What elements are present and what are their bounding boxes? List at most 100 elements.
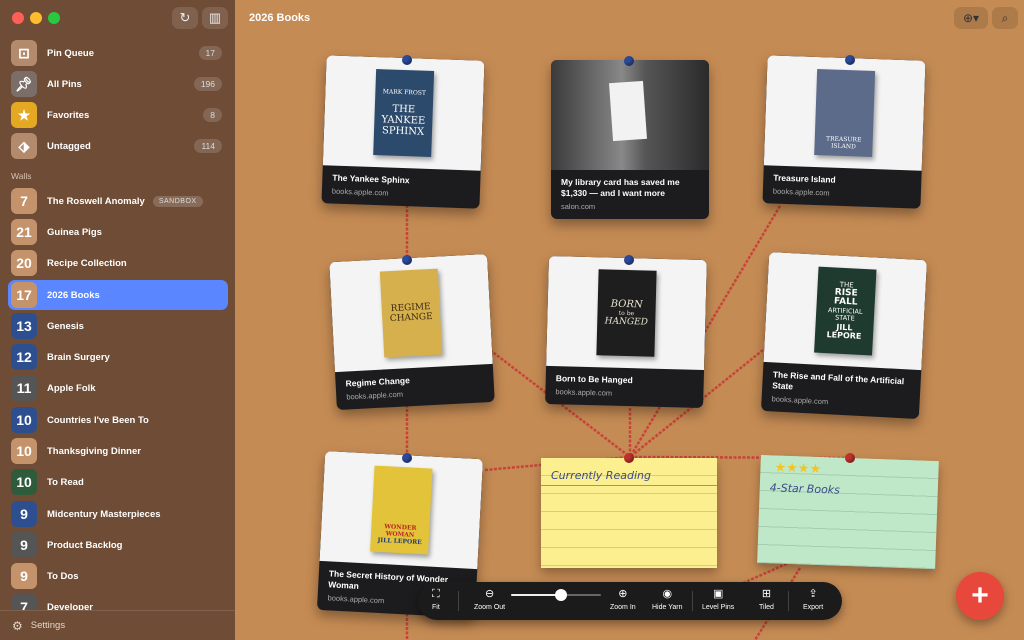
sidebar-item-label: Guinea Pigs: [47, 226, 102, 238]
wall-count: 10: [11, 438, 37, 464]
bottom-toolbar: ⛶ Fit ⊖ Zoom Out ⊕ Zoom In ◉ Hide Yarn ▣…: [418, 582, 842, 620]
zoom-out-button[interactable]: ⊖ Zoom Out: [474, 587, 505, 611]
walls-heading: Walls: [11, 171, 32, 181]
sidebar-item-wall[interactable]: 21 Guinea Pigs: [8, 217, 228, 247]
count-badge: 114: [194, 139, 222, 153]
sidebar-item-favorites[interactable]: ★ Favorites 8: [8, 100, 228, 130]
level-icon: ▣: [712, 588, 724, 600]
card-title: The Rise and Fall of the Artificial Stat…: [772, 369, 905, 392]
pin-card[interactable]: THE RISE FALL ARTIFICIAL STATE JILL LEPO…: [760, 251, 928, 420]
divider: [692, 591, 693, 611]
book-author: JILL LEPORE: [377, 536, 422, 547]
sidebar-item-label: Recipe Collection: [47, 257, 127, 269]
wall-count: 17: [11, 282, 37, 308]
book-title-line: TREASURE ISLAND: [825, 135, 862, 151]
card-title: The Yankee Sphinx: [332, 172, 410, 186]
divider: [458, 591, 459, 611]
toggle-sidebar-button[interactable]: ▥: [202, 7, 228, 29]
card-title: Born to Be Hanged: [555, 373, 633, 386]
refresh-button[interactable]: ↻: [172, 7, 198, 29]
tool-label: Tiled: [759, 604, 774, 611]
sidebar-item-wall[interactable]: 10 Thanksgiving Dinner: [8, 436, 228, 466]
zoom-in-button[interactable]: ⊕ Zoom In: [610, 587, 636, 611]
sidebar-item-wall[interactable]: 13 Genesis: [8, 311, 228, 341]
level-pins-button[interactable]: ▣ Level Pins: [702, 587, 734, 611]
book-cover: BORN to be HANGED: [596, 269, 657, 357]
close-window-button[interactable]: [12, 12, 24, 24]
card-image: WONDER WOMAN JILL LEPORE: [319, 450, 484, 570]
tiled-button[interactable]: ⊞ Tiled: [759, 587, 774, 611]
card-source: books.apple.com: [331, 186, 389, 198]
slider-knob[interactable]: [554, 589, 567, 601]
card-source: salon.com: [561, 202, 596, 212]
sidebar-item-untagged[interactable]: ⬗ Untagged 114: [8, 131, 228, 161]
sidebar-item-pin-queue[interactable]: ⊡ Pin Queue 17: [8, 38, 228, 68]
pushpin[interactable]: [624, 56, 634, 66]
maximize-window-button[interactable]: [48, 12, 60, 24]
settings-button[interactable]: ⚙ Settings: [0, 610, 235, 640]
grid-icon: ⊞: [761, 588, 772, 600]
wall-count: 12: [11, 344, 37, 370]
card-image: BORN to be HANGED: [546, 255, 707, 371]
book-cover: MARK FROST THE YANKEE SPHINX: [373, 69, 435, 157]
card-title: My library card has saved me $1,330 — an…: [561, 177, 680, 199]
settings-label: Settings: [30, 620, 66, 631]
sidebar-item-wall-active[interactable]: 17 2026 Books: [8, 280, 228, 310]
gear-icon: ⚙: [12, 618, 23, 633]
pushpin[interactable]: [402, 255, 412, 265]
note-header-rule: [541, 485, 717, 486]
pin-card[interactable]: BORN to be HANGED Born to Be Hanged book…: [545, 255, 707, 409]
sidebar-item-wall[interactable]: 10 To Read: [8, 467, 228, 497]
pin-card[interactable]: MARK FROST THE YANKEE SPHINX The Yankee …: [321, 55, 485, 209]
divider: [788, 591, 789, 611]
hide-yarn-button[interactable]: ◉ Hide Yarn: [652, 587, 682, 611]
tool-label: Export: [803, 604, 824, 611]
wall-count: 20: [11, 250, 37, 276]
sidebar-icon: ▥: [208, 10, 222, 25]
pin-card[interactable]: REGIME CHANGE Regime Change books.apple.…: [329, 253, 495, 411]
sidebar-item-wall[interactable]: 9 Product Backlog: [8, 530, 228, 560]
sidebar-item-wall[interactable]: 20 Recipe Collection: [8, 248, 228, 278]
book-cover: TREASURE ISLAND: [814, 69, 876, 157]
book-title-line: CHANGE: [389, 311, 433, 325]
sidebar-item-label: Pin Queue: [47, 47, 94, 59]
book-title-line: BORN: [610, 298, 643, 311]
sidebar: ↻ ▥ ⊡ Pin Queue 17 📌︎ All Pins 196 ★ Fav…: [0, 0, 235, 640]
wall-count: 9: [11, 501, 37, 527]
sidebar-item-label: All Pins: [47, 78, 82, 90]
pin-card[interactable]: TREASURE ISLAND Treasure Island books.ap…: [762, 55, 926, 209]
sidebar-item-label: Brain Surgery: [47, 351, 110, 363]
wall-count: 13: [11, 313, 37, 339]
pushpin[interactable]: [402, 55, 412, 65]
sidebar-item-wall[interactable]: 12 Brain Surgery: [8, 342, 228, 372]
sidebar-item-label: Genesis: [47, 320, 84, 332]
card-image: MARK FROST THE YANKEE SPHINX: [322, 55, 485, 171]
sidebar-item-label: To Read: [47, 476, 84, 488]
book-author: MARK FROST: [382, 88, 427, 97]
sidebar-item-label: 2026 Books: [47, 289, 100, 301]
pushpin[interactable]: [624, 255, 634, 265]
pushpin[interactable]: [624, 453, 634, 463]
sidebar-item-wall[interactable]: 7 The Roswell Anomaly SANDBOX: [8, 186, 228, 216]
wall-count: 9: [11, 532, 37, 558]
sticky-note[interactable]: Currently Reading: [541, 458, 717, 568]
sidebar-item-wall[interactable]: 10 Countries I've Been To: [8, 405, 228, 435]
sidebar-item-wall[interactable]: 9 Midcentury Masterpieces: [8, 499, 228, 529]
corkboard[interactable]: 2026 Books ⊕▾ ⌕ MARK FROST THE YANKEE SP…: [235, 0, 1024, 640]
export-button[interactable]: ⇪ Export: [803, 587, 823, 611]
pushpin[interactable]: [402, 453, 412, 463]
pushpin[interactable]: [845, 55, 855, 65]
fit-button[interactable]: ⛶ Fit: [432, 587, 440, 611]
pin-icon: 📌︎: [11, 71, 37, 97]
minimize-window-button[interactable]: [30, 12, 42, 24]
share-icon: ⇪: [808, 588, 818, 600]
sidebar-item-label: Product Backlog: [47, 539, 123, 551]
sticky-note[interactable]: ★★★★ 4-Star Books: [757, 454, 939, 570]
pushpin[interactable]: [845, 453, 855, 463]
sidebar-item-wall[interactable]: 9 To Dos: [8, 561, 228, 591]
add-pin-button[interactable]: +: [956, 572, 1004, 620]
sidebar-item-all-pins[interactable]: 📌︎ All Pins 196: [8, 69, 228, 99]
wall-count: 10: [11, 407, 37, 433]
pin-card[interactable]: My library card has saved me $1,330 — an…: [551, 60, 709, 220]
sidebar-item-wall[interactable]: 11 Apple Folk: [8, 373, 228, 403]
